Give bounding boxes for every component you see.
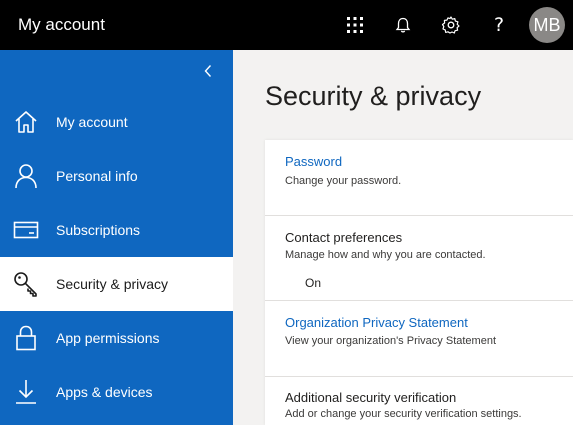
sidebar-item-app-permissions[interactable]: App permissions — [0, 311, 233, 365]
password-link[interactable]: Password — [285, 153, 342, 171]
sidebar: My account Personal info Subscriptions S… — [0, 50, 233, 425]
sidebar-item-label: Security & privacy — [56, 276, 169, 292]
row-divider — [265, 300, 573, 301]
home-icon — [12, 108, 40, 136]
sidebar-item-label: Personal info — [56, 168, 138, 184]
privacy-statement-description: View your organization's Privacy Stateme… — [285, 335, 496, 347]
sidebar-item-subscriptions[interactable]: Subscriptions — [0, 203, 233, 257]
person-icon — [12, 162, 40, 190]
app-launcher-icon[interactable] — [343, 13, 367, 37]
privacy-statement-link[interactable]: Organization Privacy Statement — [285, 314, 468, 332]
password-description: Change your password. — [285, 175, 402, 187]
gear-icon[interactable] — [439, 13, 463, 37]
key-icon — [12, 270, 40, 298]
contact-preferences-title[interactable]: Contact preferences — [285, 229, 402, 247]
bell-icon[interactable] — [391, 13, 415, 37]
help-icon[interactable]: ? — [487, 13, 511, 37]
sidebar-item-label: App permissions — [56, 330, 160, 346]
page-title: Security & privacy — [265, 81, 482, 111]
sidebar-item-security-privacy[interactable]: Security & privacy — [0, 257, 233, 311]
top-bar: My account ? MB — [0, 0, 573, 50]
contact-preferences-status: On — [305, 276, 322, 290]
security-verification-title[interactable]: Additional security verification — [285, 389, 456, 407]
sidebar-item-my-account[interactable]: My account — [0, 95, 233, 149]
row-divider — [265, 215, 573, 216]
help-label: ? — [493, 14, 505, 36]
sidebar-item-apps-devices[interactable]: Apps & devices — [0, 365, 233, 419]
lock-icon — [12, 324, 40, 352]
sidebar-item-label: Apps & devices — [56, 384, 153, 400]
credit-card-icon — [12, 216, 40, 244]
app-title[interactable]: My account — [18, 14, 105, 36]
row-divider — [265, 376, 573, 377]
sidebar-item-label: My account — [56, 114, 128, 130]
chevron-left-icon[interactable] — [198, 61, 218, 81]
security-verification-description: Add or change your security verification… — [285, 408, 522, 420]
contact-preferences-description: Manage how and why you are contacted. — [285, 249, 486, 261]
sidebar-item-label: Subscriptions — [56, 222, 141, 238]
sidebar-item-personal-info[interactable]: Personal info — [0, 149, 233, 203]
avatar[interactable]: MB — [529, 7, 565, 43]
download-icon — [12, 378, 40, 406]
